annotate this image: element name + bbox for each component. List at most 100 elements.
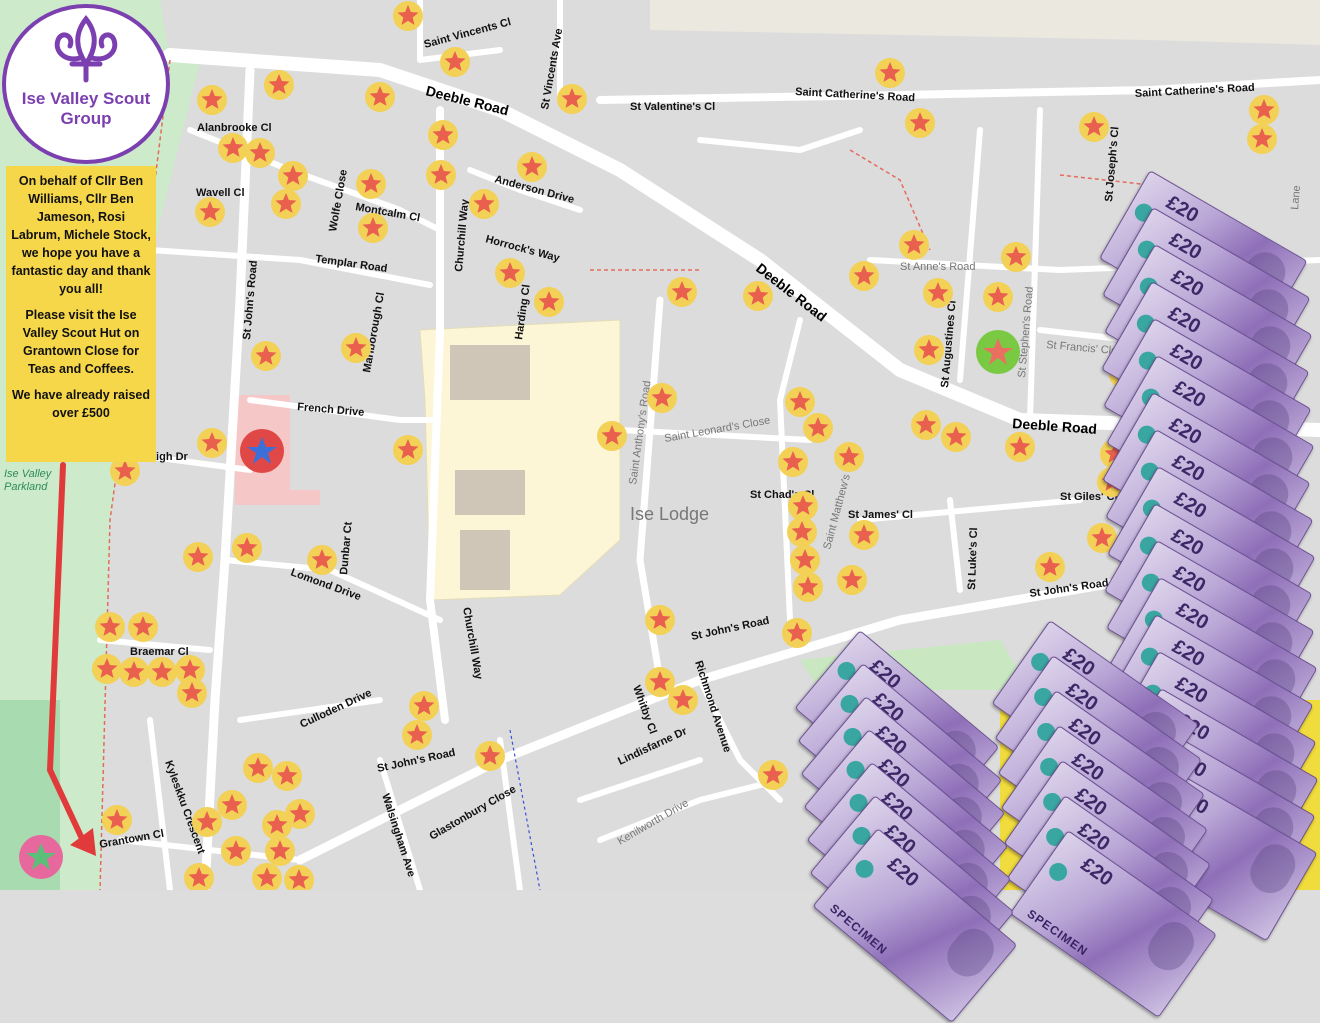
sale-marker[interactable]: [195, 197, 225, 227]
sale-marker[interactable]: [557, 84, 587, 114]
sale-marker[interactable]: [645, 605, 675, 635]
label-street: St Luke's Cl: [966, 527, 980, 590]
label-parkland: Ise Valley Parkland: [4, 468, 52, 493]
sale-marker[interactable]: [192, 807, 222, 837]
sale-marker[interactable]: [911, 410, 941, 440]
sale-marker[interactable]: [183, 542, 213, 572]
sale-marker[interactable]: [402, 720, 432, 750]
label-street: Wavell Cl: [196, 187, 245, 199]
sale-marker[interactable]: [837, 565, 867, 595]
sale-marker[interactable]: [899, 230, 929, 260]
sale-marker[interactable]: [264, 70, 294, 100]
sale-marker[interactable]: [1249, 95, 1279, 125]
sale-marker[interactable]: [941, 422, 971, 452]
sale-marker[interactable]: [356, 169, 386, 199]
label-street: St James' Cl: [848, 509, 913, 521]
sale-marker[interactable]: [905, 108, 935, 138]
specimen-label: SPECIMEN: [1024, 906, 1091, 959]
sale-marker[interactable]: [914, 335, 944, 365]
sale-marker[interactable]: [409, 691, 439, 721]
sale-marker[interactable]: [272, 761, 302, 791]
sale-marker[interactable]: [469, 189, 499, 219]
sale-marker[interactable]: [218, 133, 248, 163]
sale-marker[interactable]: [834, 442, 864, 472]
sale-marker[interactable]: [221, 836, 251, 866]
sale-marker[interactable]: [102, 805, 132, 835]
sale-marker[interactable]: [849, 261, 879, 291]
sale-marker[interactable]: [517, 152, 547, 182]
sale-marker[interactable]: [307, 545, 337, 575]
sale-marker[interactable]: [177, 678, 207, 708]
sale-marker[interactable]: [245, 138, 275, 168]
sale-marker[interactable]: [597, 421, 627, 451]
sale-marker[interactable]: [197, 428, 227, 458]
hologram-icon: [1045, 859, 1071, 885]
sale-marker[interactable]: [668, 685, 698, 715]
sale-marker[interactable]: [365, 82, 395, 112]
label-street: St Anne's Road: [900, 261, 976, 273]
sale-marker[interactable]: [790, 545, 820, 575]
sale-marker[interactable]: [217, 790, 247, 820]
sale-marker[interactable]: [778, 447, 808, 477]
notice-paragraph-thanks: On behalf of Cllr Ben Williams, Cllr Ben…: [11, 174, 151, 296]
sale-marker[interactable]: [743, 281, 773, 311]
sale-marker[interactable]: [232, 533, 262, 563]
sale-marker[interactable]: [495, 258, 525, 288]
portrait-icon: [1140, 914, 1202, 979]
sale-marker[interactable]: [758, 760, 788, 790]
specimen-label: SPECIMEN: [827, 901, 891, 958]
label-street: Braemar Cl: [130, 646, 189, 658]
sale-marker[interactable]: [983, 282, 1013, 312]
sale-marker[interactable]: [147, 657, 177, 687]
sale-marker[interactable]: [849, 520, 879, 550]
sale-marker[interactable]: [92, 654, 122, 684]
sale-marker[interactable]: [393, 435, 423, 465]
label-street: Alanbrooke Cl: [197, 122, 272, 134]
fleur-de-lis-icon: [54, 14, 118, 83]
sale-marker[interactable]: [782, 618, 812, 648]
sale-marker[interactable]: [788, 491, 818, 521]
sale-marker[interactable]: [440, 47, 470, 77]
sale-marker[interactable]: [667, 277, 697, 307]
sale-marker[interactable]: [119, 657, 149, 687]
sale-marker[interactable]: [647, 383, 677, 413]
sale-marker[interactable]: [803, 413, 833, 443]
sale-marker[interactable]: [1247, 124, 1277, 154]
sale-marker[interactable]: [271, 189, 301, 219]
scout-group-logo: Ise Valley Scout Group: [2, 4, 170, 164]
sale-marker[interactable]: [534, 287, 564, 317]
sale-marker[interactable]: [793, 572, 823, 602]
sale-marker[interactable]: [1005, 432, 1035, 462]
school-marker[interactable]: [240, 429, 284, 473]
sale-marker[interactable]: [1035, 552, 1065, 582]
sale-marker[interactable]: [393, 1, 423, 31]
sale-marker[interactable]: [243, 753, 273, 783]
scout-hut-marker[interactable]: [19, 835, 63, 879]
hologram-icon: [851, 856, 878, 882]
sale-marker[interactable]: [262, 810, 292, 840]
sale-marker[interactable]: [787, 517, 817, 547]
banknote-denomination: £20: [1076, 853, 1117, 891]
sale-marker[interactable]: [1001, 242, 1031, 272]
label-street: Lane: [1289, 185, 1303, 210]
label-street: St Valentine's Cl: [630, 101, 715, 113]
thank-you-notice: On behalf of Cllr Ben Williams, Cllr Ben…: [6, 166, 156, 462]
sale-marker[interactable]: [785, 387, 815, 417]
organisation-name: Ise Valley Scout Group: [21, 89, 151, 128]
sale-marker[interactable]: [428, 120, 458, 150]
sale-marker[interactable]: [923, 278, 953, 308]
sale-marker[interactable]: [426, 160, 456, 190]
sale-marker[interactable]: [128, 612, 158, 642]
sale-marker[interactable]: [475, 741, 505, 771]
sale-marker[interactable]: [251, 341, 281, 371]
sale-marker[interactable]: [341, 333, 371, 363]
portrait-icon: [1242, 837, 1303, 901]
sale-marker[interactable]: [1079, 112, 1109, 142]
sale-marker[interactable]: [197, 85, 227, 115]
church-marker[interactable]: [976, 330, 1020, 374]
sale-marker[interactable]: [95, 612, 125, 642]
sale-marker[interactable]: [358, 213, 388, 243]
sale-marker[interactable]: [265, 836, 295, 866]
sale-marker[interactable]: [875, 58, 905, 88]
sale-marker[interactable]: [278, 161, 308, 191]
